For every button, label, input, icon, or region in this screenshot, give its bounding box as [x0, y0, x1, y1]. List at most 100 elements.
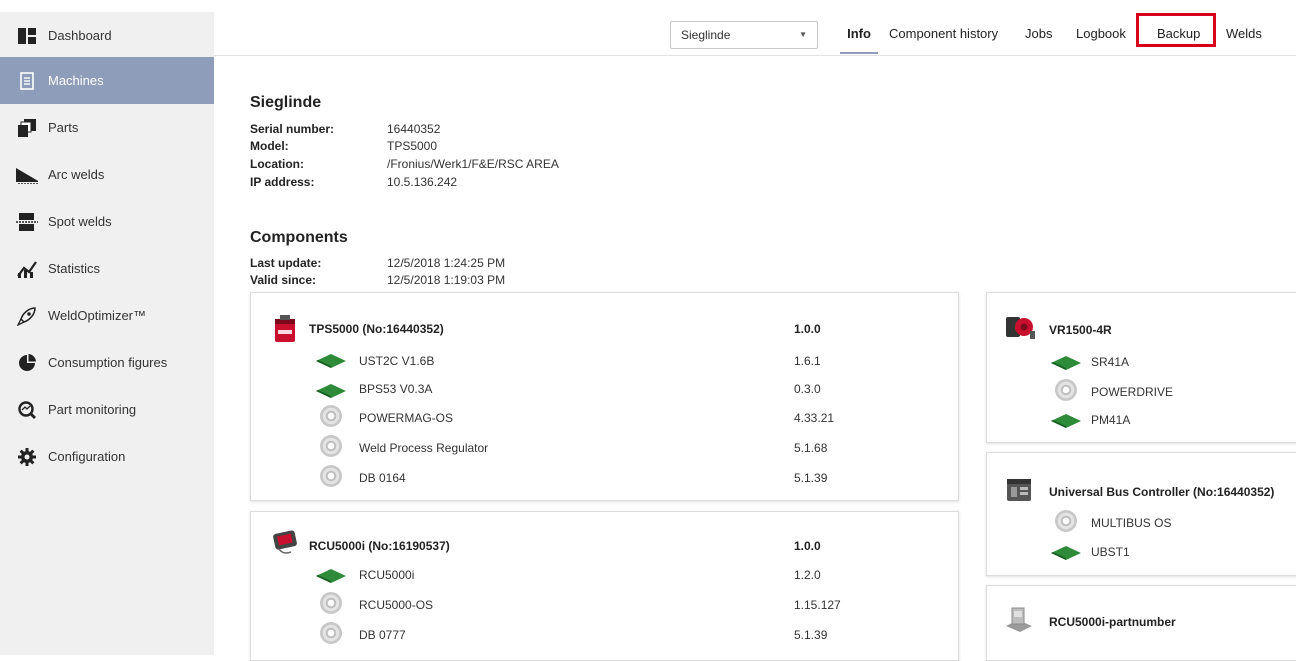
spot-weld-icon	[16, 212, 38, 232]
subcomponent-name: MULTIBUS OS	[1091, 516, 1172, 530]
sidebar-item-consumption-figures[interactable]: Consumption figures	[0, 339, 214, 386]
sidebar-item-part-monitoring[interactable]: Part monitoring	[0, 386, 214, 433]
subcomponent-name: Weld Process Regulator	[359, 441, 489, 455]
sidebar-item-label: Parts	[48, 120, 79, 135]
cd-icon	[320, 622, 342, 644]
arc-weld-icon	[16, 165, 38, 185]
sidebar-item-dashboard[interactable]: Dashboard	[0, 12, 214, 59]
sidebar-item-label: Consumption figures	[48, 355, 168, 370]
subcomponent-version: 5.1.68	[794, 441, 828, 455]
sidebar-item-label: Spot welds	[48, 214, 112, 229]
tab-label: Welds	[1226, 26, 1262, 41]
board-icon	[1051, 356, 1081, 370]
tab-logbook[interactable]: Logbook	[1076, 24, 1126, 54]
component-card-universal-bus-controller: Universal Bus Controller (No:16440352) M…	[986, 452, 1296, 576]
machine-icon	[16, 71, 38, 91]
subcomponent-version: 5.1.39	[794, 471, 828, 485]
cd-icon	[320, 592, 342, 614]
subcomponent-name: POWERDRIVE	[1091, 385, 1174, 399]
board-icon	[316, 569, 346, 583]
location-value: /Fronius/Werk1/F&E/RSC AREA	[387, 157, 559, 171]
valid-since-label: Valid since:	[250, 273, 317, 287]
model-value: TPS5000	[387, 139, 438, 153]
subcomponent-name: DB 0164	[359, 471, 406, 485]
component-name: TPS5000 (No:16440352)	[309, 322, 444, 336]
subcomponent-name: DB 0777	[359, 628, 406, 642]
chevron-down-icon: ▼	[799, 30, 807, 39]
subcomponent-name: RCU5000i	[359, 568, 415, 582]
last-update-value: 12/5/2018 1:24:25 PM	[387, 256, 506, 270]
ip-address-label: IP address:	[250, 175, 315, 189]
board-icon	[1051, 546, 1081, 560]
subcomponent-version: 5.1.39	[794, 628, 828, 642]
cd-icon	[1055, 510, 1077, 532]
last-update-label: Last update:	[250, 256, 322, 270]
cd-icon	[320, 405, 342, 427]
sidebar-item-label: Statistics	[48, 261, 101, 276]
machine-name-heading: Sieglinde	[250, 94, 322, 111]
cd-icon	[1055, 379, 1077, 401]
subcomponent-version: 0.3.0	[794, 382, 821, 396]
component-card-rcu5000i-partnumber: RCU5000i-partnumber	[986, 585, 1296, 661]
sidebar-item-label: WeldOptimizer™	[48, 308, 147, 323]
remote-control-icon	[271, 530, 301, 559]
valid-since-value: 12/5/2018 1:19:03 PM	[387, 273, 506, 287]
statistics-icon	[16, 259, 38, 279]
tab-label: Jobs	[1025, 26, 1053, 41]
board-icon	[316, 354, 346, 368]
sidebar-item-statistics[interactable]: Statistics	[0, 245, 214, 292]
sidebar-item-parts[interactable]: Parts	[0, 104, 214, 151]
model-label: Model:	[250, 139, 289, 153]
sidebar-item-arc-welds[interactable]: Arc welds	[0, 151, 214, 198]
magnifier-icon	[16, 400, 38, 420]
component-name: Universal Bus Controller (No:16440352)	[1049, 485, 1275, 499]
subcomponent-name: PM41A	[1091, 413, 1131, 427]
pie-chart-icon	[16, 353, 38, 373]
tab-info[interactable]: Info	[840, 24, 878, 54]
bus-controller-icon	[1004, 475, 1034, 506]
component-name: RCU5000i-partnumber	[1049, 615, 1176, 629]
subcomponent-version: 1.15.127	[794, 598, 841, 612]
power-source-icon	[273, 315, 297, 346]
ip-address-value: 10.5.136.242	[387, 175, 458, 189]
subcomponent-version: 1.2.0	[794, 568, 821, 582]
tab-welds[interactable]: Welds	[1226, 24, 1262, 54]
sidebar-item-weldoptimizer[interactable]: WeldOptimizer™	[0, 292, 214, 339]
backup-highlight-box	[1136, 13, 1216, 47]
machine-select[interactable]: Sieglinde ▼	[670, 21, 818, 49]
subcomponent-name: POWERMAG-OS	[359, 411, 454, 425]
gear-icon	[16, 447, 38, 467]
subcomponent-name: BPS53 V0.3A	[359, 382, 433, 396]
device-icon	[1004, 606, 1034, 637]
sidebar-item-label: Machines	[48, 73, 104, 88]
subcomponent-version: 1.6.1	[794, 354, 821, 368]
board-icon	[1051, 414, 1081, 428]
sidebar-item-label: Dashboard	[48, 28, 112, 43]
tab-component-history[interactable]: Component history	[889, 24, 998, 54]
sidebar-item-label: Part monitoring	[48, 402, 137, 417]
board-icon	[316, 384, 346, 398]
tab-label: Logbook	[1076, 26, 1126, 41]
serial-number-value: 16440352	[387, 122, 441, 136]
tab-label: Component history	[889, 26, 999, 41]
component-card-vr1500: VR1500-4R SR41A POWERDRIVE PM41A	[986, 292, 1296, 443]
sidebar-item-configuration[interactable]: Configuration	[0, 433, 214, 480]
parts-icon	[16, 118, 38, 138]
sidebar-item-label: Configuration	[48, 449, 126, 464]
top-tab-bar: Sieglinde ▼ Info Component history Jobs …	[214, 12, 1296, 56]
tab-label: Info	[847, 26, 871, 41]
tab-jobs[interactable]: Jobs	[1025, 24, 1052, 54]
sidebar-item-spot-welds[interactable]: Spot welds	[0, 198, 214, 245]
components-heading: Components	[250, 229, 348, 246]
machine-select-value: Sieglinde	[681, 28, 731, 42]
sidebar-item-label: Arc welds	[48, 167, 105, 182]
cd-icon	[320, 435, 342, 457]
subcomponent-name: SR41A	[1091, 355, 1130, 369]
dashboard-icon	[16, 26, 38, 46]
subcomponent-name: RCU5000-OS	[359, 598, 434, 612]
subcomponent-name: UBST1	[1091, 545, 1130, 559]
component-name: VR1500-4R	[1049, 323, 1112, 337]
cd-icon	[320, 465, 342, 487]
sidebar-item-machines[interactable]: Machines	[0, 57, 214, 104]
sidebar: Dashboard Machines Parts Arc welds Spot …	[0, 12, 214, 655]
